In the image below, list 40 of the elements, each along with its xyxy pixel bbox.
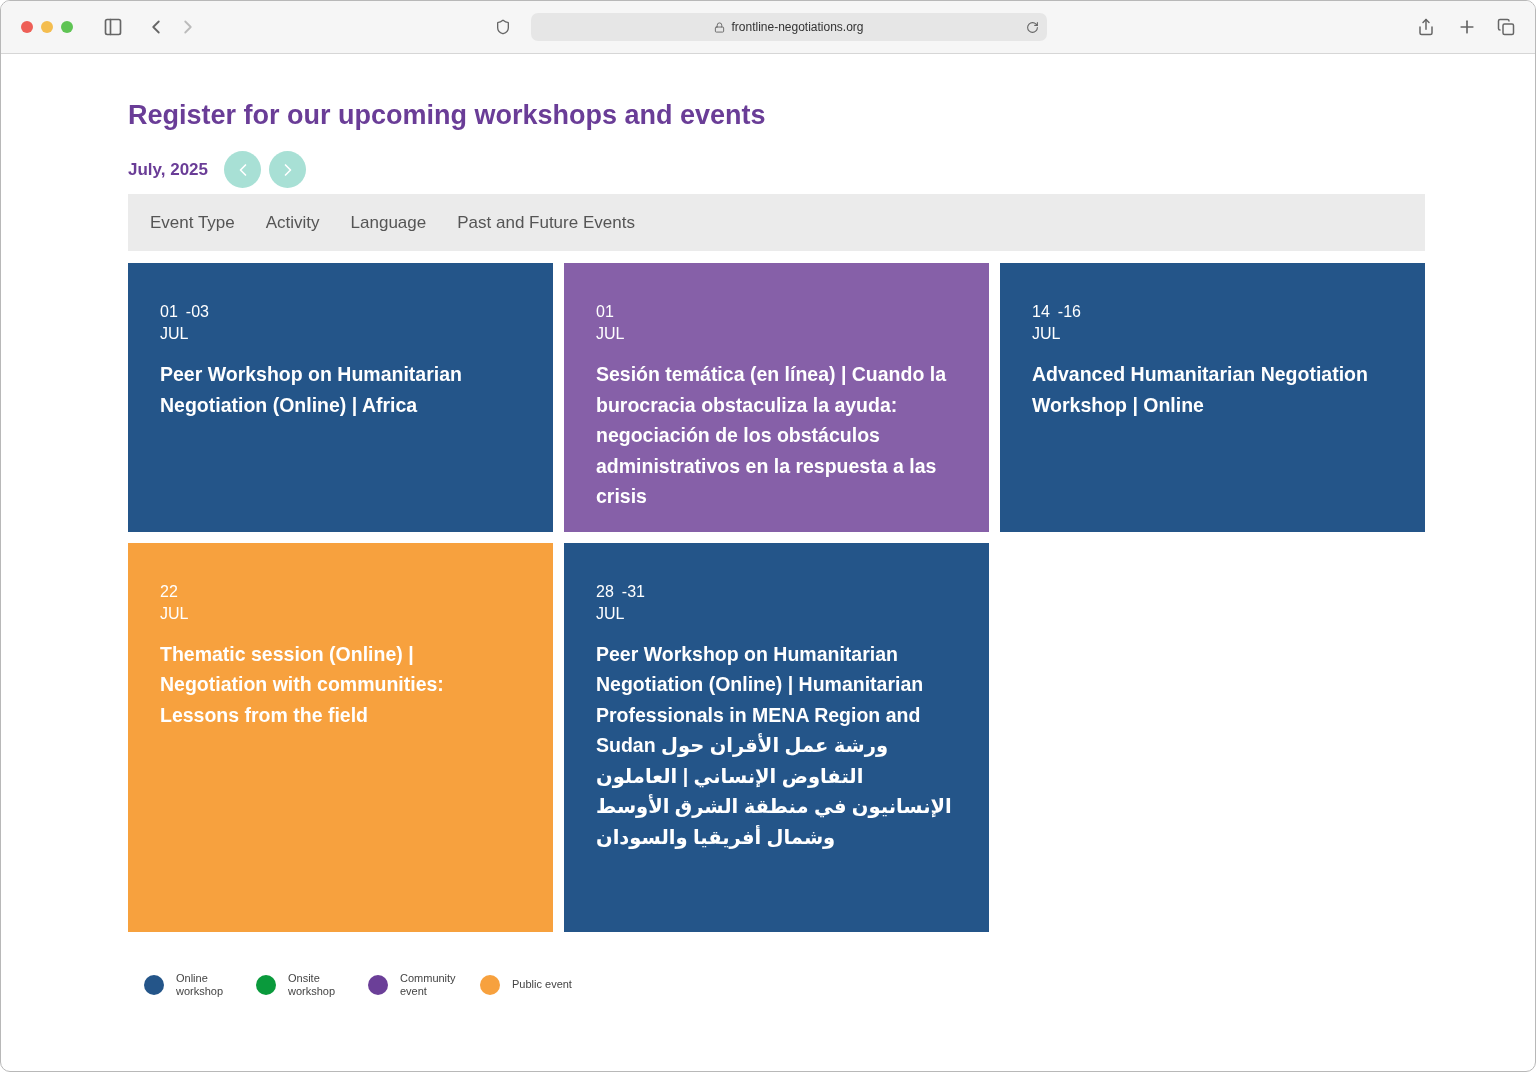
sidebar-icon[interactable] bbox=[103, 17, 123, 37]
filter-tab[interactable]: Past and Future Events bbox=[457, 212, 635, 233]
page-heading: Register for our upcoming workshops and events bbox=[128, 100, 767, 131]
filter-tab[interactable]: Event Type bbox=[150, 212, 235, 233]
event-month: JUL bbox=[160, 325, 190, 343]
event-title: Peer Workshop on Humanitarian Negotiation (Online) | Humanitarian Professionals in MENA Region and Sudan ورشة عمل الأقران حول التفاوض الإنساني | العاملون الإنسانيون في منطقة الشرق الأوسط وشمال أفريقيا والسودان bbox=[596, 641, 953, 851]
filter-tab[interactable]: Activity bbox=[265, 212, 320, 233]
close-window-button[interactable] bbox=[21, 21, 33, 33]
share-icon[interactable] bbox=[1417, 18, 1435, 36]
event-title: Thematic session (Online) | Negotiation with communities: Lessons from the field bbox=[160, 641, 445, 728]
legend-label: Public event bbox=[512, 978, 572, 991]
lock-icon bbox=[714, 21, 726, 33]
tabs-overview-icon[interactable] bbox=[1497, 18, 1515, 36]
legend-label: Community event bbox=[400, 971, 457, 998]
event-month: JUL bbox=[1032, 325, 1062, 343]
event-end-day: -16 bbox=[1057, 303, 1081, 321]
event-start-day: 01 bbox=[160, 303, 178, 321]
legend-label: Online workshop bbox=[176, 971, 225, 998]
month-label: July, 2025 bbox=[128, 159, 209, 180]
event-end-day: -31 bbox=[621, 582, 645, 601]
shield-icon[interactable] bbox=[495, 19, 511, 35]
legend-label: Onsite workshop bbox=[288, 971, 337, 998]
event-start-day: 01 bbox=[596, 303, 614, 321]
event-start-day: 28 bbox=[596, 582, 614, 601]
event-month: JUL bbox=[160, 604, 190, 623]
address-bar[interactable]: frontline-negotiations.org bbox=[531, 13, 1047, 41]
event-card[interactable]: 01 -03 JUL Peer Workshop on Humanitarian Negotiation (Online) | Africa bbox=[128, 263, 553, 532]
event-month: JUL bbox=[596, 325, 626, 343]
event-title: Advanced Humanitarian Negotiation Workshop | Online bbox=[1032, 362, 1369, 418]
event-month: JUL bbox=[596, 604, 626, 623]
event-start-day: 22 bbox=[160, 582, 178, 601]
event-card[interactable] bbox=[564, 542, 989, 932]
event-start-day: 14 bbox=[1032, 303, 1050, 321]
filter-tab[interactable]: Language bbox=[350, 212, 427, 233]
event-card[interactable]: 14 -16 JUL Advanced Humanitarian Negotiation Workshop | Online bbox=[1000, 263, 1425, 532]
reload-icon[interactable] bbox=[1026, 20, 1039, 34]
event-title: Sesión temática (en línea) | Cuando la burocracia obstaculiza la ayuda: negociación de los obstáculos administrativos en la respuesta a las crisis bbox=[596, 362, 948, 509]
event-end-day: -03 bbox=[185, 303, 209, 321]
event-card[interactable]: 01 JUL Sesión temática (en línea) | Cuando la burocracia obstaculiza la ayuda: negociación de los obstáculos administrativos en la respuesta a las crisis bbox=[564, 263, 989, 532]
event-title: Peer Workshop on Humanitarian Negotiation (Online) | Africa bbox=[160, 362, 463, 418]
